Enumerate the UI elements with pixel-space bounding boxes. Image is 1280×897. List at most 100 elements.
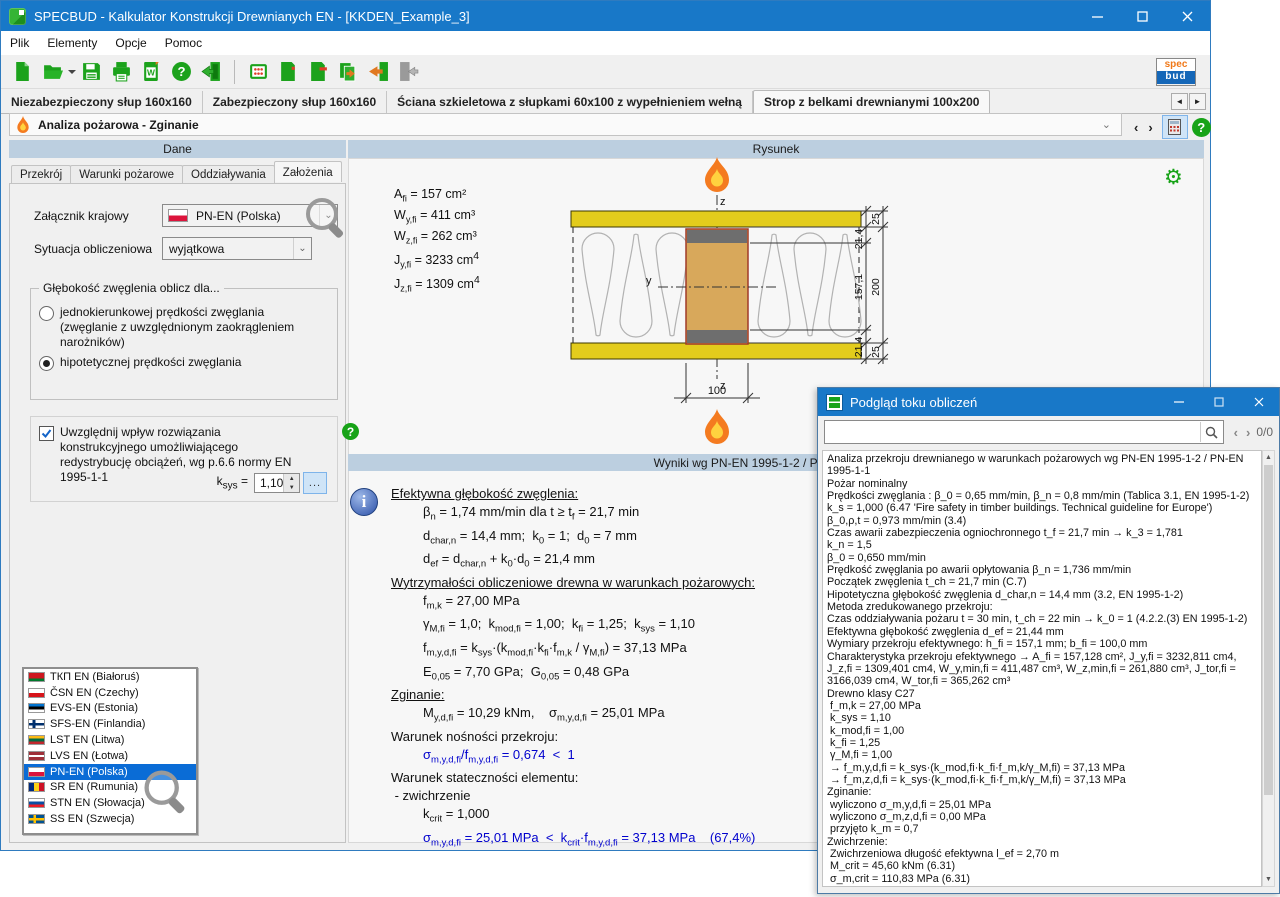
country-item-8[interactable]: STN EN (Słowacja) bbox=[24, 795, 196, 811]
save-file-icon[interactable] bbox=[78, 59, 104, 85]
open-file-dropdown-icon[interactable] bbox=[67, 59, 76, 85]
zalacznik-value: PN-EN (Polska) bbox=[194, 209, 319, 223]
desktop: SPECBUD - Kalkulator Konstrukcji Drewnia… bbox=[0, 0, 1280, 897]
chevron-down-icon[interactable]: ⌄ bbox=[1102, 118, 1111, 131]
scroll-down-icon[interactable]: ▼ bbox=[1263, 873, 1274, 886]
calc-log-text: Analiza przekroju drewnianego w warunkac… bbox=[822, 450, 1262, 887]
poland-flag-icon bbox=[168, 209, 188, 222]
checkbox-checked-icon[interactable] bbox=[39, 426, 54, 441]
country-item-1[interactable]: ČSN EN (Czechy) bbox=[24, 685, 196, 701]
calculator-button[interactable] bbox=[1162, 115, 1188, 139]
radio-2-label: hipotetycznej prędkości zwęglania bbox=[60, 355, 241, 370]
ksys-more-button[interactable]: ... bbox=[303, 472, 327, 494]
next-analysis-button[interactable]: › bbox=[1143, 120, 1157, 135]
chevron-down-icon[interactable]: ⌄ bbox=[293, 238, 311, 259]
subtab-1[interactable]: Warunki pożarowe bbox=[70, 165, 183, 184]
country-item-5[interactable]: LVS EN (Łotwa) bbox=[24, 748, 196, 764]
open-file-icon[interactable] bbox=[39, 59, 65, 85]
country-item-7[interactable]: SR EN (Rumunia) bbox=[24, 780, 196, 796]
chevron-down-icon[interactable]: ⌄ bbox=[319, 205, 337, 226]
flame-icon bbox=[16, 116, 30, 133]
menu-pomoc[interactable]: Pomoc bbox=[156, 31, 211, 55]
close-button[interactable] bbox=[1239, 388, 1279, 416]
minimize-button[interactable] bbox=[1075, 1, 1120, 31]
search-input[interactable] bbox=[825, 422, 1200, 442]
menu-elementy[interactable]: Elementy bbox=[38, 31, 106, 55]
import-element-icon[interactable] bbox=[365, 59, 391, 85]
dane-panel-header: Dane bbox=[9, 140, 346, 158]
radio-checked-icon[interactable] bbox=[39, 356, 54, 371]
export-element-icon[interactable] bbox=[395, 59, 421, 85]
sytuacja-combobox[interactable]: wyjątkowa ⌄ bbox=[162, 237, 312, 260]
subtab-2[interactable]: Oddziaływania bbox=[182, 165, 275, 184]
spinner-arrows[interactable]: ▲▼ bbox=[283, 474, 299, 492]
document-tab-0[interactable]: Niezabezpieczony słup 160x160 bbox=[1, 91, 203, 113]
document-tab-3[interactable]: Strop z belkami drewnianymi 100x200 bbox=[753, 90, 990, 114]
copy-element-icon[interactable] bbox=[335, 59, 361, 85]
gear-icon[interactable]: ⚙ bbox=[1164, 167, 1183, 188]
close-button[interactable] bbox=[1165, 1, 1210, 31]
spin-down-icon[interactable]: ▼ bbox=[284, 483, 299, 492]
groupbox-title: Głębokość zwęglenia oblicz dla... bbox=[39, 281, 224, 295]
ksys-row: ksys = 1,10 ▲▼ ... bbox=[217, 472, 327, 494]
ksys-block: Uwzględnij wpływ rozwiązania konstrukcyj… bbox=[30, 416, 338, 502]
help-icon[interactable]: ? bbox=[342, 423, 359, 440]
radio-icon[interactable] bbox=[39, 306, 54, 321]
zalacznik-label: Załącznik krajowy bbox=[34, 209, 129, 223]
country-label: STN EN (Słowacja) bbox=[50, 797, 145, 809]
maximize-button[interactable] bbox=[1199, 388, 1239, 416]
country-item-4[interactable]: LST EN (Litwa) bbox=[24, 732, 196, 748]
document-tab-1[interactable]: Zabezpieczony słup 160x160 bbox=[203, 91, 387, 113]
grid-elements-icon[interactable] bbox=[245, 59, 271, 85]
print-icon[interactable] bbox=[108, 59, 134, 85]
radio-option-2[interactable]: hipotetycznej prędkości zwęglania bbox=[39, 355, 319, 370]
scrollbar-thumb[interactable] bbox=[1264, 465, 1273, 795]
help-icon[interactable]: ? bbox=[1192, 118, 1211, 137]
dane-form: Załącznik krajowy PN-EN (Polska) ⌄ Sytua… bbox=[9, 183, 346, 843]
svg-text:100: 100 bbox=[708, 385, 726, 397]
country-item-9[interactable]: SS EN (Szwecja) bbox=[24, 811, 196, 827]
country-item-0[interactable]: ТКП EN (Białoruś) bbox=[24, 669, 196, 685]
document-tab-2[interactable]: Ściana szkieletowa z słupkami 60x100 z w… bbox=[387, 91, 753, 113]
add-element-icon[interactable] bbox=[275, 59, 301, 85]
new-file-icon[interactable] bbox=[9, 59, 35, 85]
search-prev-button[interactable]: ‹ bbox=[1230, 425, 1242, 440]
tab-scroll-right-icon[interactable]: ► bbox=[1189, 93, 1206, 110]
scroll-up-icon[interactable]: ▲ bbox=[1263, 451, 1274, 464]
subtab-3[interactable]: Założenia bbox=[274, 161, 342, 182]
search-icon[interactable] bbox=[1200, 422, 1223, 442]
svg-text:200: 200 bbox=[870, 278, 882, 296]
analysis-selector[interactable]: Analiza pożarowa - Zginanie ⌄ bbox=[9, 113, 1122, 136]
svg-text:25: 25 bbox=[870, 213, 882, 225]
spin-up-icon[interactable]: ▲ bbox=[284, 474, 299, 483]
menu-bar: PlikElementyOpcjePomoc bbox=[1, 31, 1210, 56]
country-item-3[interactable]: SFS-EN (Finlandia) bbox=[24, 716, 196, 732]
ksys-spinner[interactable]: 1,10 ▲▼ bbox=[254, 473, 300, 493]
vertical-scrollbar[interactable]: ▲ ▼ bbox=[1262, 450, 1275, 887]
maximize-button[interactable] bbox=[1120, 1, 1165, 31]
prev-analysis-button[interactable]: ‹ bbox=[1129, 120, 1143, 135]
exit-icon[interactable] bbox=[198, 59, 224, 85]
country-item-6[interactable]: PN-EN (Polska) bbox=[24, 764, 196, 780]
window-title: SPECBUD - Kalkulator Konstrukcji Drewnia… bbox=[34, 9, 470, 24]
country-label: SFS-EN (Finlandia) bbox=[50, 718, 145, 730]
svg-text:157,1: 157,1 bbox=[853, 274, 865, 300]
search-next-button[interactable]: › bbox=[1242, 425, 1254, 440]
search-box[interactable] bbox=[824, 420, 1224, 444]
search-counter: 0/0 bbox=[1256, 425, 1273, 439]
insulation-loop bbox=[582, 233, 614, 336]
radio-option-1[interactable]: jednokierunkowej prędkości zwęglania (zw… bbox=[39, 305, 319, 350]
menu-plik[interactable]: Plik bbox=[1, 31, 38, 55]
section-property: Afi = 157 cm² bbox=[394, 186, 480, 207]
toolbar-separator bbox=[234, 60, 235, 84]
help-icon[interactable]: ? bbox=[168, 59, 194, 85]
remove-element-icon[interactable] bbox=[305, 59, 331, 85]
menu-opcje[interactable]: Opcje bbox=[106, 31, 155, 55]
country-flag-icon bbox=[28, 751, 45, 761]
export-word-icon[interactable]: W bbox=[138, 59, 164, 85]
tab-scroll-left-icon[interactable]: ◄ bbox=[1171, 93, 1188, 110]
country-item-2[interactable]: EVS-EN (Estonia) bbox=[24, 701, 196, 717]
subtab-0[interactable]: Przekrój bbox=[11, 165, 71, 184]
minimize-button[interactable] bbox=[1159, 388, 1199, 416]
zalacznik-combobox[interactable]: PN-EN (Polska) ⌄ bbox=[162, 204, 338, 227]
